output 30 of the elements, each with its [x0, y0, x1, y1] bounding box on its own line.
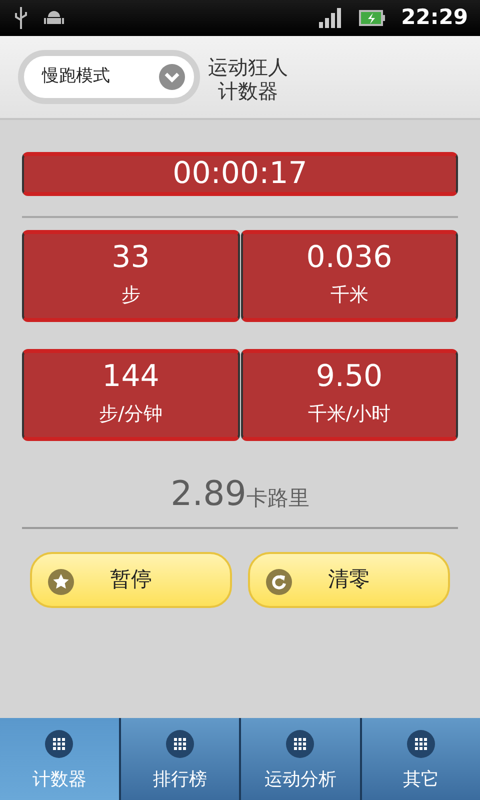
grid-icon	[166, 730, 194, 758]
timer-display: 00:00:17	[22, 152, 458, 196]
stat-unit: 步	[120, 283, 142, 308]
app-title: 计数器	[217, 79, 279, 103]
action-button[interactable]: 清零	[248, 552, 450, 608]
signal-icon	[319, 8, 344, 28]
refresh-icon	[266, 569, 292, 595]
stat-value: 9.50	[314, 358, 384, 396]
stat-value: 144	[101, 358, 160, 396]
usb-icon	[14, 7, 28, 29]
calories-unit: 卡路里	[246, 485, 310, 512]
action-button[interactable]: 暂停	[30, 552, 232, 608]
tab[interactable]: 计数器	[0, 718, 120, 800]
app-title: 运动狂人	[208, 55, 288, 79]
stat-value: 0.036	[305, 239, 394, 277]
grid-icon	[406, 730, 435, 758]
chevron-down-icon	[158, 63, 186, 91]
stat-unit: 千米/小时	[307, 402, 392, 427]
tab[interactable]: 运动分析	[241, 718, 362, 800]
mode-dropdown[interactable]: 慢跑模式	[18, 50, 200, 104]
grid-icon	[286, 730, 314, 758]
battery-icon	[359, 10, 386, 26]
calories-value: 2.89	[170, 473, 246, 516]
grid-icon	[45, 730, 74, 758]
stat-value: 33	[110, 239, 151, 277]
stat-unit: 千米	[329, 283, 370, 308]
stat-unit: 步/分钟	[98, 402, 164, 427]
status-time: 22:29	[401, 4, 468, 32]
tab[interactable]: 其它	[362, 718, 480, 800]
tab[interactable]: 排行榜	[120, 718, 241, 800]
